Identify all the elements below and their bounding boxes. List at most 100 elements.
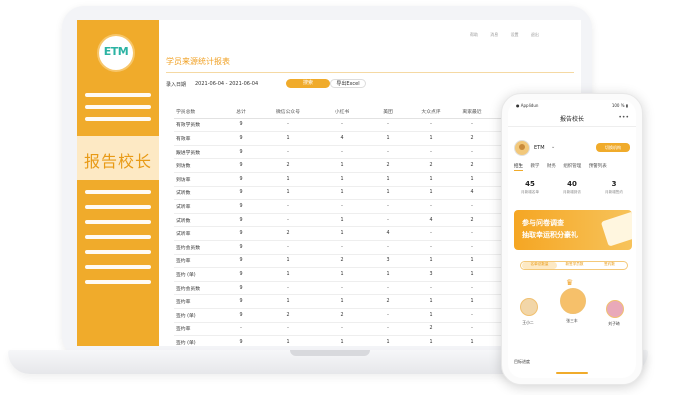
- tab-teaching[interactable]: 教学: [530, 163, 539, 169]
- sidebar-item[interactable]: [85, 93, 151, 97]
- column-header: 总计: [224, 105, 258, 119]
- table-cell: 1: [452, 172, 492, 187]
- tab-enrollment[interactable]: 招生: [514, 163, 523, 171]
- table-cell: 2: [318, 308, 366, 323]
- table-cell: 9: [224, 308, 258, 323]
- table-cell: 1: [318, 226, 366, 241]
- podium-name: 王小二: [522, 320, 534, 325]
- tab-org[interactable]: 组织管理: [563, 163, 581, 169]
- top-link[interactable]: 消息: [490, 32, 498, 37]
- date-from: 2021-06-04: [195, 81, 225, 87]
- date-range-input[interactable]: 2021-06-04 - 2021-06-04: [195, 81, 258, 87]
- table-cell: -: [452, 240, 492, 255]
- sidebar-item[interactable]: [85, 265, 151, 269]
- tab-finance[interactable]: 财务: [547, 163, 556, 169]
- table-cell: 4: [452, 186, 492, 201]
- phone-screen: ● Applidun 100 % ▮ 报告校长 ••• ETM ⌄ 切换机构 招…: [508, 100, 636, 378]
- search-button[interactable]: 搜索: [286, 79, 330, 88]
- table-cell: 1: [452, 254, 492, 269]
- table-cell: 1: [452, 267, 492, 282]
- switch-org-button[interactable]: 切换机构: [596, 143, 630, 152]
- table-cell: 9: [224, 145, 258, 160]
- table-cell: 1: [410, 294, 452, 309]
- rank-tab[interactable]: 新签学员数: [557, 262, 592, 269]
- table-cell: -: [410, 240, 452, 255]
- table-cell: 1: [366, 172, 410, 187]
- table-cell: 9: [224, 240, 258, 255]
- table-cell: -: [366, 199, 410, 214]
- top-link[interactable]: 帮助: [470, 32, 478, 37]
- column-header: 学员总数: [174, 105, 224, 119]
- table-cell: -: [410, 281, 452, 296]
- org-name[interactable]: ETM: [534, 145, 545, 151]
- table-cell: 2: [366, 294, 410, 309]
- status-carrier: ● Applidun: [516, 103, 539, 108]
- avatar[interactable]: [560, 288, 586, 314]
- table-cell: -: [452, 145, 492, 160]
- row-label: 到访数: [174, 158, 224, 173]
- row-label: 试听数: [174, 213, 224, 228]
- survey-banner[interactable]: 参与问卷调查 抽取幸运积分豪礼: [514, 210, 632, 250]
- phone-title: 报告校长: [559, 116, 584, 123]
- date-filter-label: 录入日期: [166, 82, 187, 88]
- table-cell: -: [452, 322, 492, 337]
- table-cell: 2: [452, 158, 492, 173]
- laptop-notch: [290, 350, 370, 356]
- table-cell: 2: [366, 158, 410, 173]
- sidebar-item[interactable]: [85, 190, 151, 194]
- table-cell: 9: [224, 172, 258, 187]
- row-label: 签约 (单): [174, 267, 224, 282]
- top-link[interactable]: 退出: [531, 32, 539, 37]
- table-cell: 9: [224, 226, 258, 241]
- table-cell: 9: [224, 213, 258, 228]
- banner-subtitle: 抽取幸运积分豪礼: [522, 231, 578, 239]
- table-cell: 9: [224, 118, 258, 133]
- stat: 3 月新增签约: [594, 180, 634, 195]
- table-cell: 2: [258, 226, 318, 241]
- phone-frame: ● Applidun 100 % ▮ 报告校长 ••• ETM ⌄ 切换机构 招…: [501, 93, 643, 385]
- table-cell: -: [318, 199, 366, 214]
- section-label: 目标进度: [514, 359, 530, 364]
- table-cell: 1: [258, 172, 318, 187]
- avatar[interactable]: [520, 298, 538, 316]
- table-cell: 1: [366, 131, 410, 146]
- row-label: 跟进学员数: [174, 145, 224, 160]
- table-cell: -: [258, 240, 318, 255]
- sidebar-item[interactable]: [85, 105, 151, 109]
- sidebar-item[interactable]: [85, 280, 151, 284]
- page-title: 学员来源统计报表: [166, 57, 230, 66]
- sidebar-item[interactable]: [85, 205, 151, 209]
- table-cell: -: [366, 322, 410, 337]
- table-cell: 1: [410, 131, 452, 146]
- table-cell: 1: [410, 254, 452, 269]
- row-label: 签约 (单): [174, 308, 224, 323]
- export-excel-button[interactable]: 导出Excel: [330, 79, 366, 88]
- stat-value: 3: [611, 180, 617, 188]
- date-to: 2021-06-04: [229, 81, 259, 87]
- table-cell: 9: [224, 158, 258, 173]
- table-cell: 1: [366, 186, 410, 201]
- stat-value: 45: [525, 180, 535, 188]
- table-cell: 3: [366, 254, 410, 269]
- stat-label: 月新增名单: [521, 190, 539, 194]
- sidebar-item[interactable]: [85, 235, 151, 239]
- avatar[interactable]: [606, 300, 624, 318]
- sidebar-item[interactable]: [85, 250, 151, 254]
- top-link[interactable]: 设置: [511, 32, 519, 37]
- rank-tab[interactable]: 名单总数量: [522, 262, 557, 269]
- table-cell: 2: [452, 213, 492, 228]
- sidebar-item[interactable]: [85, 117, 151, 121]
- table-cell: -: [452, 226, 492, 241]
- sidebar-item-active[interactable]: 报告校长: [77, 136, 159, 180]
- sidebar-item[interactable]: [85, 220, 151, 224]
- row-label: 签约会员数: [174, 281, 224, 296]
- rank-tab[interactable]: 签约数: [592, 262, 627, 269]
- more-icon[interactable]: •••: [618, 114, 629, 121]
- table-cell: 9: [224, 254, 258, 269]
- avatar[interactable]: [514, 140, 530, 156]
- tab-alerts[interactable]: 预警列表: [589, 163, 607, 169]
- table-cell: -: [258, 213, 318, 228]
- top-links: 帮助 消息 设置 退出: [470, 32, 550, 38]
- stat-label: 月新增签约: [605, 190, 623, 194]
- chevron-down-icon[interactable]: ⌄: [551, 144, 555, 150]
